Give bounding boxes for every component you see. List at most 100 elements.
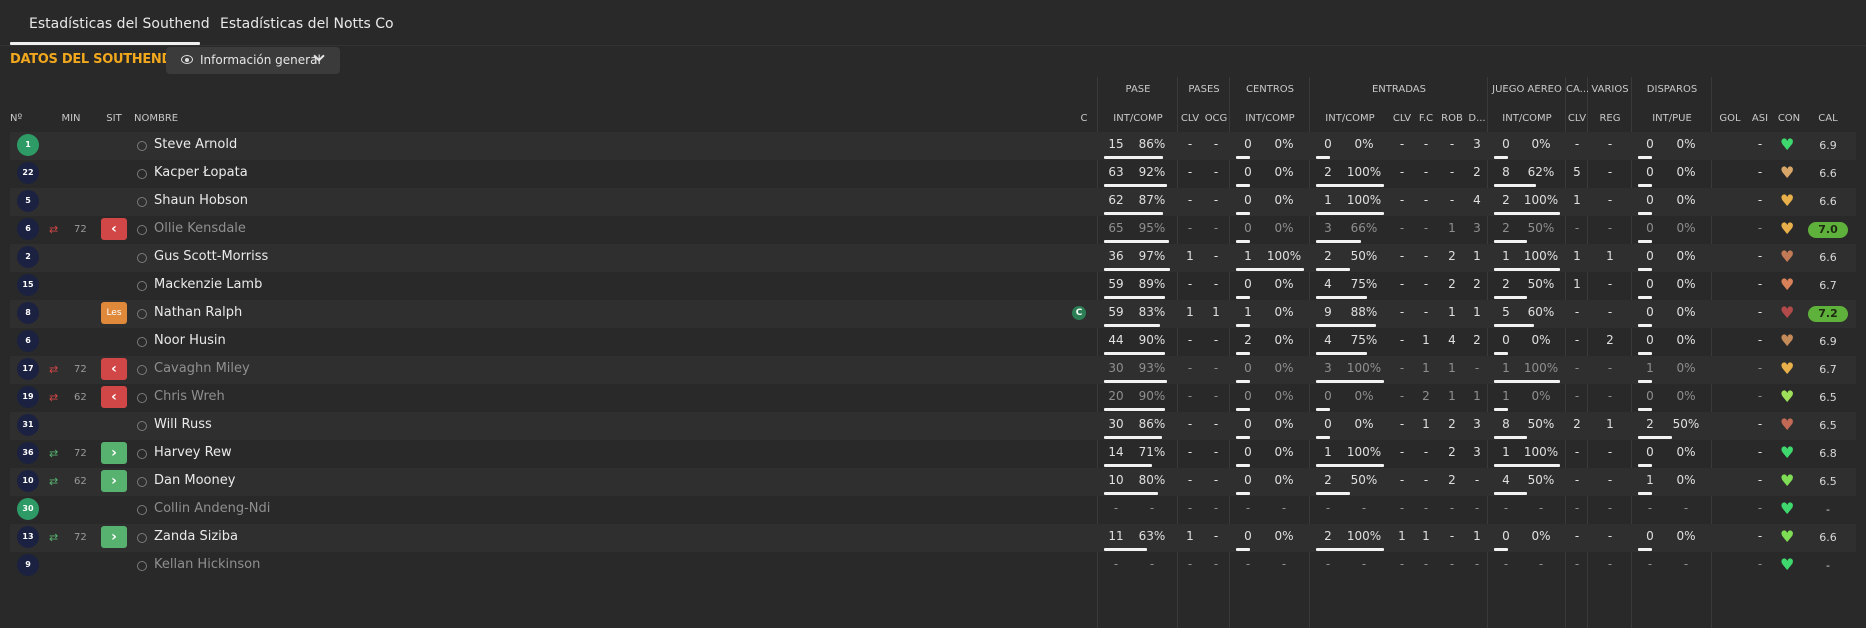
table-row[interactable]: 22 Kacper Łopata 63 92% - - 0 0% 2 100% - - - 2 8 62% 5 -… [0,160,1866,188]
col-header-con[interactable]: CON [1772,113,1806,124]
tackles-attempted: 1 [1324,193,1332,207]
tackle-completion-bar [1316,240,1361,243]
player-name[interactable]: Zanda Siziba [154,529,238,544]
table-row[interactable]: 19 ⇄ 62 ‹ Chris Wreh 20 90% - - 0 0% 0 0% - 2 1 1 1 0% - - 0 0… [0,384,1866,412]
table-row[interactable]: 30 Collin Andeng-Ndi - - - - - - - - - - - - - - - - - - - ♥ - [0,496,1866,524]
col-header-int-pue[interactable]: INT/PUE [1632,113,1712,124]
fouls-committed: - [1423,165,1429,179]
view-select-dropdown[interactable]: Información general [166,47,340,74]
col-header-cal[interactable]: CAL [1808,113,1848,124]
player-name[interactable]: Kellan Hickinson [154,557,260,572]
col-header-asi[interactable]: ASI [1748,113,1772,124]
player-name[interactable]: Gus Scott-Morriss [154,249,268,264]
table-row[interactable]: 2 Gus Scott-Morriss 36 97% 1-1 100% 2 50% - -2 1 1 1… [0,244,1866,272]
player-icon [137,141,147,151]
tab-southend-stats[interactable]: Estadísticas del Southend [29,16,210,32]
col-header-c[interactable]: C [1076,113,1092,124]
col-header-pase-int-comp[interactable]: INT/COMP [1098,113,1178,124]
key-tackles: - [1399,193,1405,207]
condition-heart-icon: ♥ [1780,191,1795,210]
player-name[interactable]: Collin Andeng-Ndi [154,501,270,516]
clearances: - [1474,473,1480,487]
col-header-nombre[interactable]: NOMBRE [134,113,214,124]
col-header-entradas-int-comp[interactable]: INT/COMP [1310,113,1390,124]
table-row[interactable]: 6 ⇄ 72 ‹ Ollie Kensdale 65 95% - - 0 0% 3 66% - - 1 3 2 50… [0,216,1866,244]
col-header-entradas-clv[interactable]: CLV [1390,113,1414,124]
header-win-bar [1494,464,1560,467]
assists: - [1757,445,1763,459]
player-name[interactable]: Chris Wreh [154,389,225,404]
col-header-reg[interactable]: REG [1588,113,1632,124]
player-name[interactable]: Dan Mooney [154,473,235,488]
col-header-ocg[interactable]: OCG [1202,113,1230,124]
fouls-committed: - [1423,473,1429,487]
substituted-on-badge[interactable]: › [101,442,127,464]
shots: - [1647,557,1653,571]
injury-badge[interactable]: Les [101,302,127,324]
col-header-min[interactable]: MIN [58,113,84,124]
header-win-rate: - [1538,557,1544,571]
key-passes: - [1187,445,1193,459]
pass-completion: 93% [1138,361,1166,375]
col-header-clv[interactable]: CLV [1178,113,1202,124]
col-header-sit[interactable]: SIT [101,113,127,124]
table-row[interactable]: 36 ⇄ 72 › Harvey Rew 14 71% - - 0 0% 1 100% - - 2 3 1 100%… [0,440,1866,468]
table-row[interactable]: 1 Steve Arnold 15 86% - - 0 0% 0 0% - - - 3 0 0% - - 0 0% - ♥… [0,132,1866,160]
minute-label: 62 [74,392,87,403]
key-tackles: - [1399,417,1405,431]
player-name[interactable]: Will Russ [154,417,212,432]
col-header-gol[interactable]: GOL [1712,113,1748,124]
player-name[interactable]: Nathan Ralph [154,305,242,320]
table-row[interactable]: 5 Shaun Hobson 62 87% - - 0 0% 1 100% - - - 4 2 100% 1 - 0… [0,188,1866,216]
table-row[interactable]: 10 ⇄ 62 › Dan Mooney 10 80% - - 0 0% 2 50% - - 2 - 4 50% - -… [0,468,1866,496]
dribbles: - [1607,389,1613,403]
shots-on-target: 0% [1676,445,1696,459]
header-win-bar [1494,380,1560,383]
table-row[interactable]: 17 ⇄ 72 ‹ Cavaghn Miley 30 93% - -0 0% 3 100% -1 1-1 1… [0,356,1866,384]
col-header-ca-clv[interactable]: CLV [1566,113,1588,124]
player-name[interactable]: Ollie Kensdale [154,221,246,236]
player-name[interactable]: Steve Arnold [154,137,237,152]
player-name[interactable]: Harvey Rew [154,445,232,460]
col-header-no[interactable]: Nº [10,113,32,124]
tab-notts-co-stats[interactable]: Estadísticas del Notts Co [220,16,394,32]
header-win-rate: 100% [1523,193,1559,207]
col-header-fc[interactable]: F.C [1414,113,1438,124]
shots-on-target-bar [1638,184,1652,187]
cross-completion: 0% [1274,305,1294,319]
cross-completion: - [1281,501,1287,515]
tackles-attempted: 0 [1324,417,1332,431]
player-name[interactable]: Shaun Hobson [154,193,248,208]
table-row[interactable]: 13 ⇄ 72 › Zanda Siziba 11 63% 1-0 0% 2 100% 1 1-1 0 0%… [0,524,1866,552]
col-header-rob[interactable]: ROB [1438,113,1466,124]
table-row[interactable]: 15 Mackenzie Lamb 59 89% - - 0 0% 4 75% - - 2 2 2 50% 1 -… [0,272,1866,300]
table-row[interactable]: 6 Noor Husin 44 90% - - 2 0% 4 75% - 1 4 2 0 0% - 2 0 0% - ♥ 6… [0,328,1866,356]
shirt-number-icon: 10 [17,470,39,492]
header-win-bar [1494,156,1508,159]
col-header-centros-int-comp[interactable]: INT/COMP [1230,113,1310,124]
substituted-off-badge[interactable]: ‹ [101,358,127,380]
player-name[interactable]: Cavaghn Miley [154,361,250,376]
header-win-bar [1494,212,1560,215]
table-row[interactable]: 8 Les Nathan Ralph C 59 83% 1 1 1 0% 9 88% - - 1 1 5 60% -… [0,300,1866,328]
tackle-completion: 88% [1350,305,1378,319]
table-row[interactable]: 31 Will Russ 30 86% - - 0 0% 0 0% - 1 2 3 8 50% 2 1 2 50% - ♥… [0,412,1866,440]
substituted-on-badge[interactable]: › [101,526,127,548]
player-name[interactable]: Mackenzie Lamb [154,277,262,292]
chances-created: - [1213,165,1219,179]
col-header-d[interactable]: D... [1466,113,1488,124]
cross-completion-bar [1236,380,1250,383]
col-header-aereo-int-comp[interactable]: INT/COMP [1488,113,1566,124]
substituted-off-badge[interactable]: ‹ [101,218,127,240]
substituted-on-badge[interactable]: › [101,470,127,492]
player-name[interactable]: Kacper Łopata [154,165,248,180]
cross-completion: - [1281,557,1287,571]
substituted-off-badge[interactable]: ‹ [101,386,127,408]
player-name[interactable]: Noor Husin [154,333,226,348]
clearances: 3 [1473,417,1481,431]
condition-heart-icon: ♥ [1780,135,1795,154]
condition-heart-icon: ♥ [1780,303,1795,322]
tackles-attempted: 3 [1324,221,1332,235]
table-row[interactable]: 9 Kellan Hickinson - - - - - - - - - - - - - - - - - - - ♥ - [0,552,1866,580]
header-win-bar [1494,240,1527,243]
